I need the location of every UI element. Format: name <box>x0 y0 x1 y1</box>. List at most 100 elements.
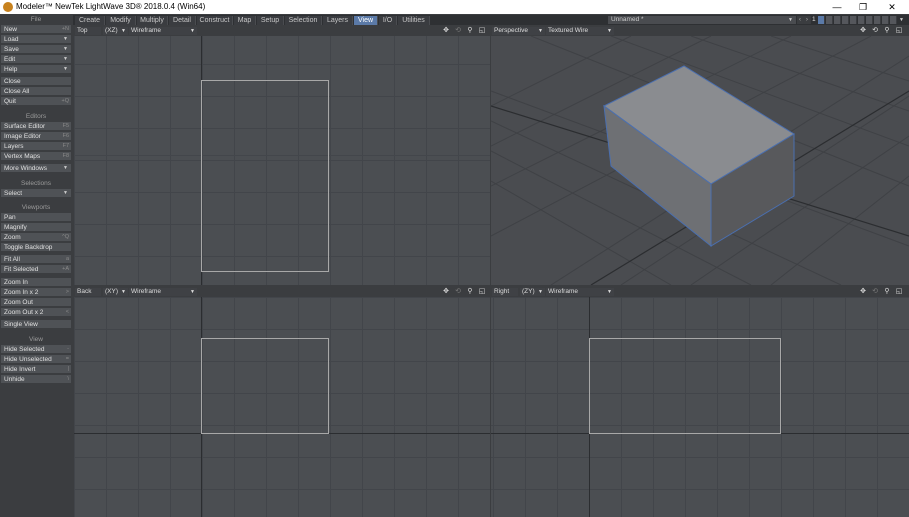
tab-modify[interactable]: Modify <box>106 16 136 25</box>
pan-button[interactable]: Pan <box>1 213 71 222</box>
layer-slot[interactable] <box>834 16 841 24</box>
hide-invert-button[interactable]: Hide Invert | <box>1 365 71 374</box>
magnify-button[interactable]: Magnify <box>1 223 71 232</box>
prev-bank-icon[interactable]: ‹ <box>797 16 804 24</box>
render-mode-selector[interactable]: Wireframe ▼ <box>129 288 197 296</box>
rotate-icon[interactable]: ⟲ <box>454 288 462 296</box>
restore-button[interactable]: ❐ <box>848 0 878 14</box>
vertex-maps-button[interactable]: Vertex Maps F8 <box>1 152 71 161</box>
zoom-icon[interactable]: ⚲ <box>883 288 891 296</box>
close-doc-button[interactable]: Close <box>1 77 71 86</box>
next-bank-icon[interactable]: › <box>804 16 811 24</box>
tab-selection[interactable]: Selection <box>285 16 322 25</box>
tab-utilities[interactable]: Utilities <box>398 16 430 25</box>
tab-layers[interactable]: Layers <box>323 16 353 25</box>
toggle-backdrop-button[interactable]: Toggle Backdrop <box>1 243 71 252</box>
rotate-icon[interactable]: ⟲ <box>454 27 462 35</box>
viewport-top[interactable]: Top (XZ) ▼ Wireframe ▼ ✥ ⟲ ⚲ ◱ <box>74 26 490 285</box>
unhide-button[interactable]: Unhide \ <box>1 375 71 384</box>
help-menu[interactable]: Help ▼ <box>1 65 71 74</box>
zoom-out-button[interactable]: Zoom Out <box>1 298 71 307</box>
maximize-icon[interactable]: ◱ <box>895 27 903 35</box>
rotate-icon[interactable]: ⟲ <box>871 288 879 296</box>
edit-menu[interactable]: Edit ▼ <box>1 55 71 64</box>
chevron-down-icon: ▼ <box>63 66 68 72</box>
select-menu[interactable]: Select ▼ <box>1 189 71 198</box>
zoom-in-button[interactable]: Zoom In <box>1 278 71 287</box>
tab-view[interactable]: View <box>354 16 378 25</box>
layer-slot-active[interactable] <box>818 16 825 24</box>
view-type-selector[interactable]: Back <box>75 288 101 296</box>
zoom-in-x2-button[interactable]: Zoom In x 2 > <box>1 288 71 297</box>
chevron-down-icon: ▼ <box>607 28 612 34</box>
layer-slot[interactable] <box>842 16 849 24</box>
close-button[interactable]: ✕ <box>877 0 907 14</box>
maximize-icon[interactable]: ◱ <box>478 27 486 35</box>
hide-unselected-button[interactable]: Hide Unselected = <box>1 355 71 364</box>
load-menu[interactable]: Load ▼ <box>1 35 71 44</box>
tab-multiply[interactable]: Multiply <box>137 16 168 25</box>
new-label: New <box>4 26 18 33</box>
save-menu[interactable]: Save ▼ <box>1 45 71 54</box>
rotate-icon[interactable]: ⟲ <box>871 27 879 35</box>
close-all-button[interactable]: Close All <box>1 87 71 96</box>
layer-slot[interactable] <box>874 16 881 24</box>
zoom-icon[interactable]: ⚲ <box>883 27 891 35</box>
zoom-icon[interactable]: ⚲ <box>466 27 474 35</box>
pan-label: Pan <box>4 214 16 221</box>
tab-create[interactable]: Create <box>75 16 105 25</box>
view-type-selector[interactable]: Top <box>75 27 101 35</box>
scene-selector[interactable]: Unnamed * ▼ <box>608 16 796 24</box>
axis-selector[interactable]: (ZY) ▼ <box>520 288 545 296</box>
quit-button[interactable]: Quit +Q <box>1 97 71 106</box>
viewport-perspective[interactable]: Perspective ▼ Textured Wire ▼ ✥ ⟲ ⚲ ◱ <box>491 26 909 285</box>
viewport-back[interactable]: Back (XY) ▼ Wireframe ▼ ✥ ⟲ ⚲ ◱ <box>74 287 490 517</box>
vertex-maps-shortcut: F8 <box>62 153 69 159</box>
axis-selector[interactable]: (XY) ▼ <box>103 288 128 296</box>
layer-menu-icon[interactable]: ▼ <box>899 16 904 24</box>
move-icon[interactable]: ✥ <box>859 27 867 35</box>
tab-map[interactable]: Map <box>234 16 256 25</box>
render-mode-selector[interactable]: Wireframe ▼ <box>129 27 197 35</box>
maximize-icon[interactable]: ◱ <box>478 288 486 296</box>
hide-selected-button[interactable]: Hide Selected - <box>1 345 71 354</box>
move-icon[interactable]: ✥ <box>442 288 450 296</box>
layer-slot[interactable] <box>890 16 897 24</box>
fit-selected-button[interactable]: Fit Selected +A <box>1 265 71 274</box>
chevron-down-icon: ▼ <box>63 165 68 171</box>
tab-construct[interactable]: Construct <box>197 16 233 25</box>
chevron-down-icon: ▼ <box>607 289 612 295</box>
view-type-label: Back <box>77 288 92 295</box>
layer-slot[interactable] <box>826 16 833 24</box>
tab-io[interactable]: I/O <box>379 16 397 25</box>
layer-slot[interactable] <box>858 16 865 24</box>
render-mode-label: Textured Wire <box>548 27 589 34</box>
more-windows-menu[interactable]: More Windows ▼ <box>1 164 71 173</box>
layer-slot[interactable] <box>850 16 857 24</box>
surface-editor-button[interactable]: Surface Editor F5 <box>1 122 71 131</box>
zoom-out-x2-button[interactable]: Zoom Out x 2 < <box>1 308 71 317</box>
image-editor-button[interactable]: Image Editor F6 <box>1 132 71 141</box>
view-type-selector[interactable]: Right <box>492 288 518 296</box>
render-mode-selector[interactable]: Wireframe ▼ <box>546 288 614 296</box>
zoom-button[interactable]: Zoom ^Q <box>1 233 71 242</box>
tab-detail[interactable]: Detail <box>169 16 196 25</box>
move-icon[interactable]: ✥ <box>859 288 867 296</box>
axis-selector[interactable]: (XZ) ▼ <box>103 27 128 35</box>
layer-slot[interactable] <box>866 16 873 24</box>
maximize-icon[interactable]: ◱ <box>895 288 903 296</box>
fit-all-button[interactable]: Fit All a <box>1 255 71 264</box>
layer-slot[interactable] <box>882 16 889 24</box>
viewport-right[interactable]: Right (ZY) ▼ Wireframe ▼ ✥ ⟲ ⚲ ◱ <box>491 287 909 517</box>
single-view-button[interactable]: Single View <box>1 320 71 329</box>
move-icon[interactable]: ✥ <box>442 27 450 35</box>
zoom-icon[interactable]: ⚲ <box>466 288 474 296</box>
magnify-label: Magnify <box>4 224 27 231</box>
chevron-down-icon: ▼ <box>63 190 68 196</box>
viewport-header: Perspective ▼ Textured Wire ▼ ✥ ⟲ ⚲ ◱ <box>491 26 909 36</box>
render-mode-selector[interactable]: Textured Wire ▼ <box>546 27 614 35</box>
view-type-selector[interactable]: Perspective ▼ <box>492 27 545 35</box>
tab-setup[interactable]: Setup <box>257 16 284 25</box>
layers-button[interactable]: Layers F7 <box>1 142 71 151</box>
new-button[interactable]: New +N <box>1 25 71 34</box>
